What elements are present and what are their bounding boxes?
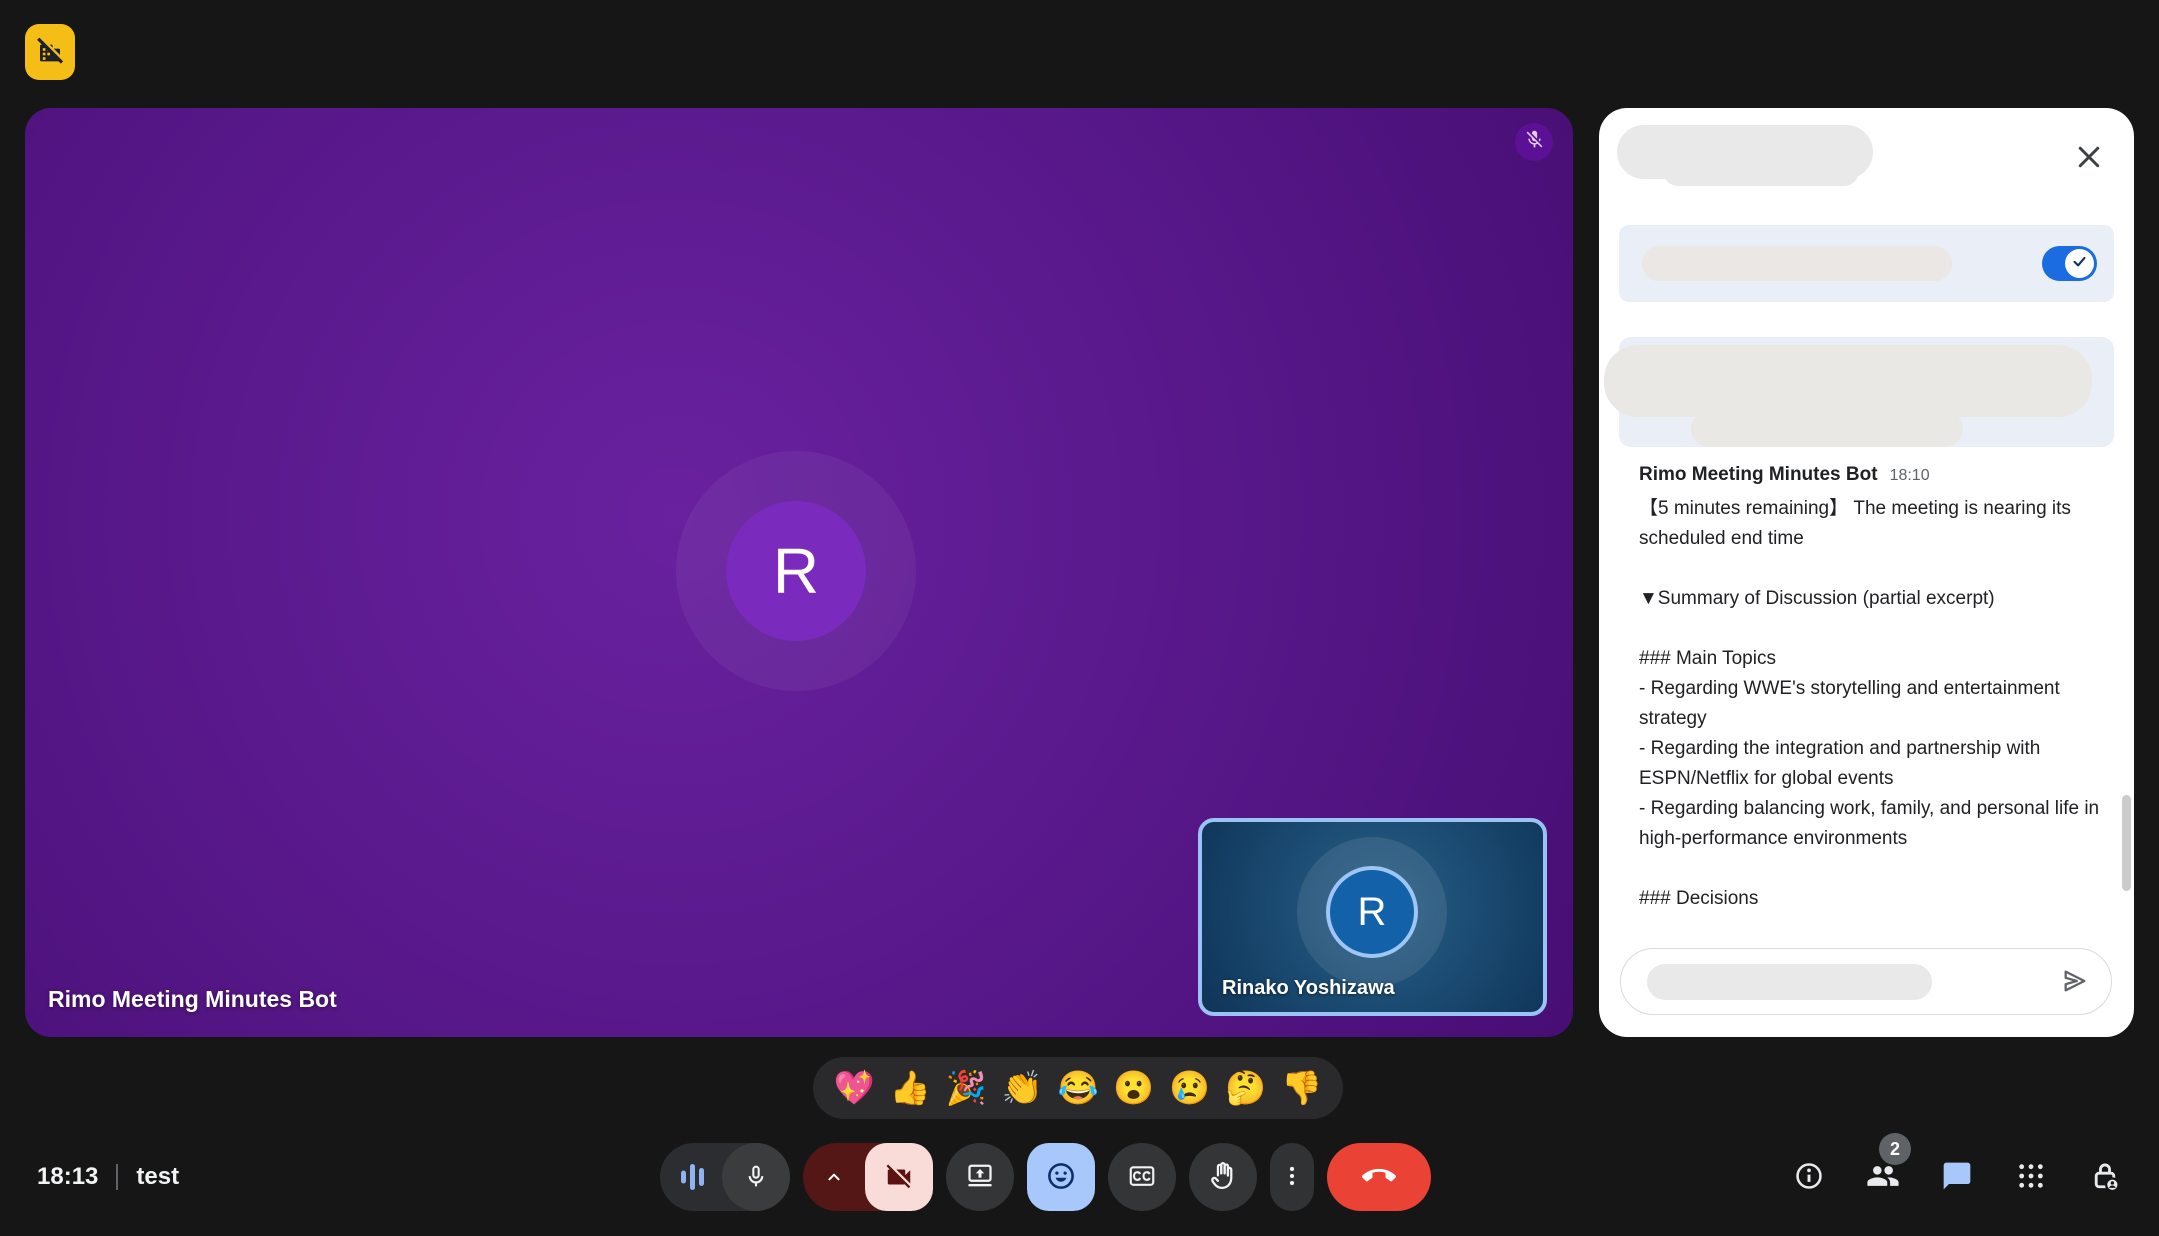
avatar-letter: R xyxy=(1357,889,1387,934)
chat-permission-row xyxy=(1619,225,2114,302)
participants-button[interactable]: 2 xyxy=(1865,1133,1911,1195)
chat-input-field[interactable] xyxy=(1620,948,2112,1015)
avatar-letter: R xyxy=(772,535,820,607)
reaction-surprised-button[interactable]: 😮 xyxy=(1113,1057,1154,1119)
raised-hand-icon xyxy=(1207,1160,1239,1195)
lock-person-icon xyxy=(2088,1159,2122,1196)
meet-window: R Rimo Meeting Minutes Bot R Rinako Yosh… xyxy=(0,0,2159,1236)
present-screen-icon xyxy=(965,1161,995,1194)
redacted-input-text xyxy=(1647,964,1932,1000)
call-end-icon xyxy=(1361,1159,1396,1196)
mic-icon xyxy=(722,1143,790,1211)
call-controls xyxy=(660,1143,1431,1211)
reactions-button[interactable] xyxy=(1027,1143,1095,1211)
info-icon xyxy=(1793,1160,1825,1195)
brand-badge xyxy=(25,24,75,80)
camera-off-icon xyxy=(865,1143,933,1211)
audio-level-icon xyxy=(660,1143,726,1211)
meeting-name: test xyxy=(136,1163,180,1190)
send-message-button[interactable] xyxy=(2055,962,2095,1002)
toggle-knob xyxy=(2065,249,2094,278)
raise-hand-button[interactable] xyxy=(1189,1143,1257,1211)
reaction-thumbsdown-button[interactable]: 👎 xyxy=(1281,1057,1322,1119)
reaction-thumbsup-button[interactable]: 👍 xyxy=(890,1057,931,1119)
meeting-details-button[interactable] xyxy=(1791,1159,1827,1195)
reaction-clap-button[interactable]: 👏 xyxy=(1002,1057,1043,1119)
reaction-heart-button[interactable]: 💖 xyxy=(834,1057,875,1119)
end-call-button[interactable] xyxy=(1327,1143,1431,1211)
chat-toggle-switch[interactable] xyxy=(2042,246,2097,281)
sender-name: Rimo Meeting Minutes Bot xyxy=(1639,464,1878,485)
avatar: R xyxy=(726,501,866,641)
message-timestamp: 18:10 xyxy=(1889,467,1930,484)
reactions-bar: 💖 👍 🎉 👏 😂 😮 😢 🤔 👎 xyxy=(813,1057,1343,1119)
more-options-button[interactable] xyxy=(1270,1143,1314,1211)
redacted-notice-text xyxy=(1691,411,1963,447)
chat-button[interactable] xyxy=(1939,1159,1975,1195)
divider xyxy=(116,1164,119,1190)
participant-name-label: Rinako Yoshizawa xyxy=(1222,977,1395,999)
chat-scrollbar-thumb[interactable] xyxy=(2122,795,2131,891)
redacted-toggle-label xyxy=(1642,246,1952,281)
redacted-panel-title xyxy=(1663,156,1859,186)
mic-off-icon xyxy=(1524,129,1545,155)
check-icon xyxy=(2071,253,2088,275)
host-controls-button[interactable] xyxy=(2087,1159,2123,1195)
message-body: 【5 minutes remaining】 The meeting is nea… xyxy=(1639,498,2100,909)
meeting-panel-icons: 2 xyxy=(1791,1133,2123,1211)
clock: 18:13 xyxy=(37,1163,99,1190)
chat-message-header: Rimo Meeting Minutes Bot 18:10 xyxy=(1639,464,2103,486)
close-icon xyxy=(2074,142,2104,175)
apps-grid-icon xyxy=(2015,1160,2047,1195)
reaction-cry-button[interactable]: 😢 xyxy=(1169,1057,1210,1119)
chevron-up-icon xyxy=(803,1143,865,1211)
chat-side-panel: Rimo Meeting Minutes Bot 18:10 【5 minute… xyxy=(1599,108,2134,1037)
present-screen-button[interactable] xyxy=(946,1143,1014,1211)
meeting-status: 18:13 test xyxy=(37,1143,179,1211)
close-panel-button[interactable] xyxy=(2067,136,2111,180)
pip-video-tile[interactable]: R Rinako Yoshizawa xyxy=(1198,818,1547,1016)
captions-button[interactable] xyxy=(1108,1143,1176,1211)
redacted-notice-text xyxy=(1604,345,2092,417)
reaction-thinking-button[interactable]: 🤔 xyxy=(1225,1057,1266,1119)
avatar: R xyxy=(1326,866,1418,958)
microphone-button[interactable] xyxy=(660,1143,790,1211)
captions-icon xyxy=(1127,1161,1157,1194)
more-vertical-icon xyxy=(1279,1163,1305,1192)
participant-name-label: Rimo Meeting Minutes Bot xyxy=(48,986,337,1012)
chat-message: Rimo Meeting Minutes Bot 18:10 【5 minute… xyxy=(1639,464,2103,914)
smiley-icon xyxy=(1044,1159,1078,1196)
building-off-icon xyxy=(34,34,66,71)
reaction-party-button[interactable]: 🎉 xyxy=(946,1057,987,1119)
chat-bubble-icon xyxy=(1941,1160,1973,1195)
mic-muted-indicator xyxy=(1515,123,1553,161)
camera-button[interactable] xyxy=(803,1143,933,1211)
participants-count-badge: 2 xyxy=(1879,1133,1911,1165)
activities-button[interactable] xyxy=(2013,1159,2049,1195)
send-icon xyxy=(2059,965,2091,1000)
reaction-laugh-button[interactable]: 😂 xyxy=(1057,1057,1098,1119)
